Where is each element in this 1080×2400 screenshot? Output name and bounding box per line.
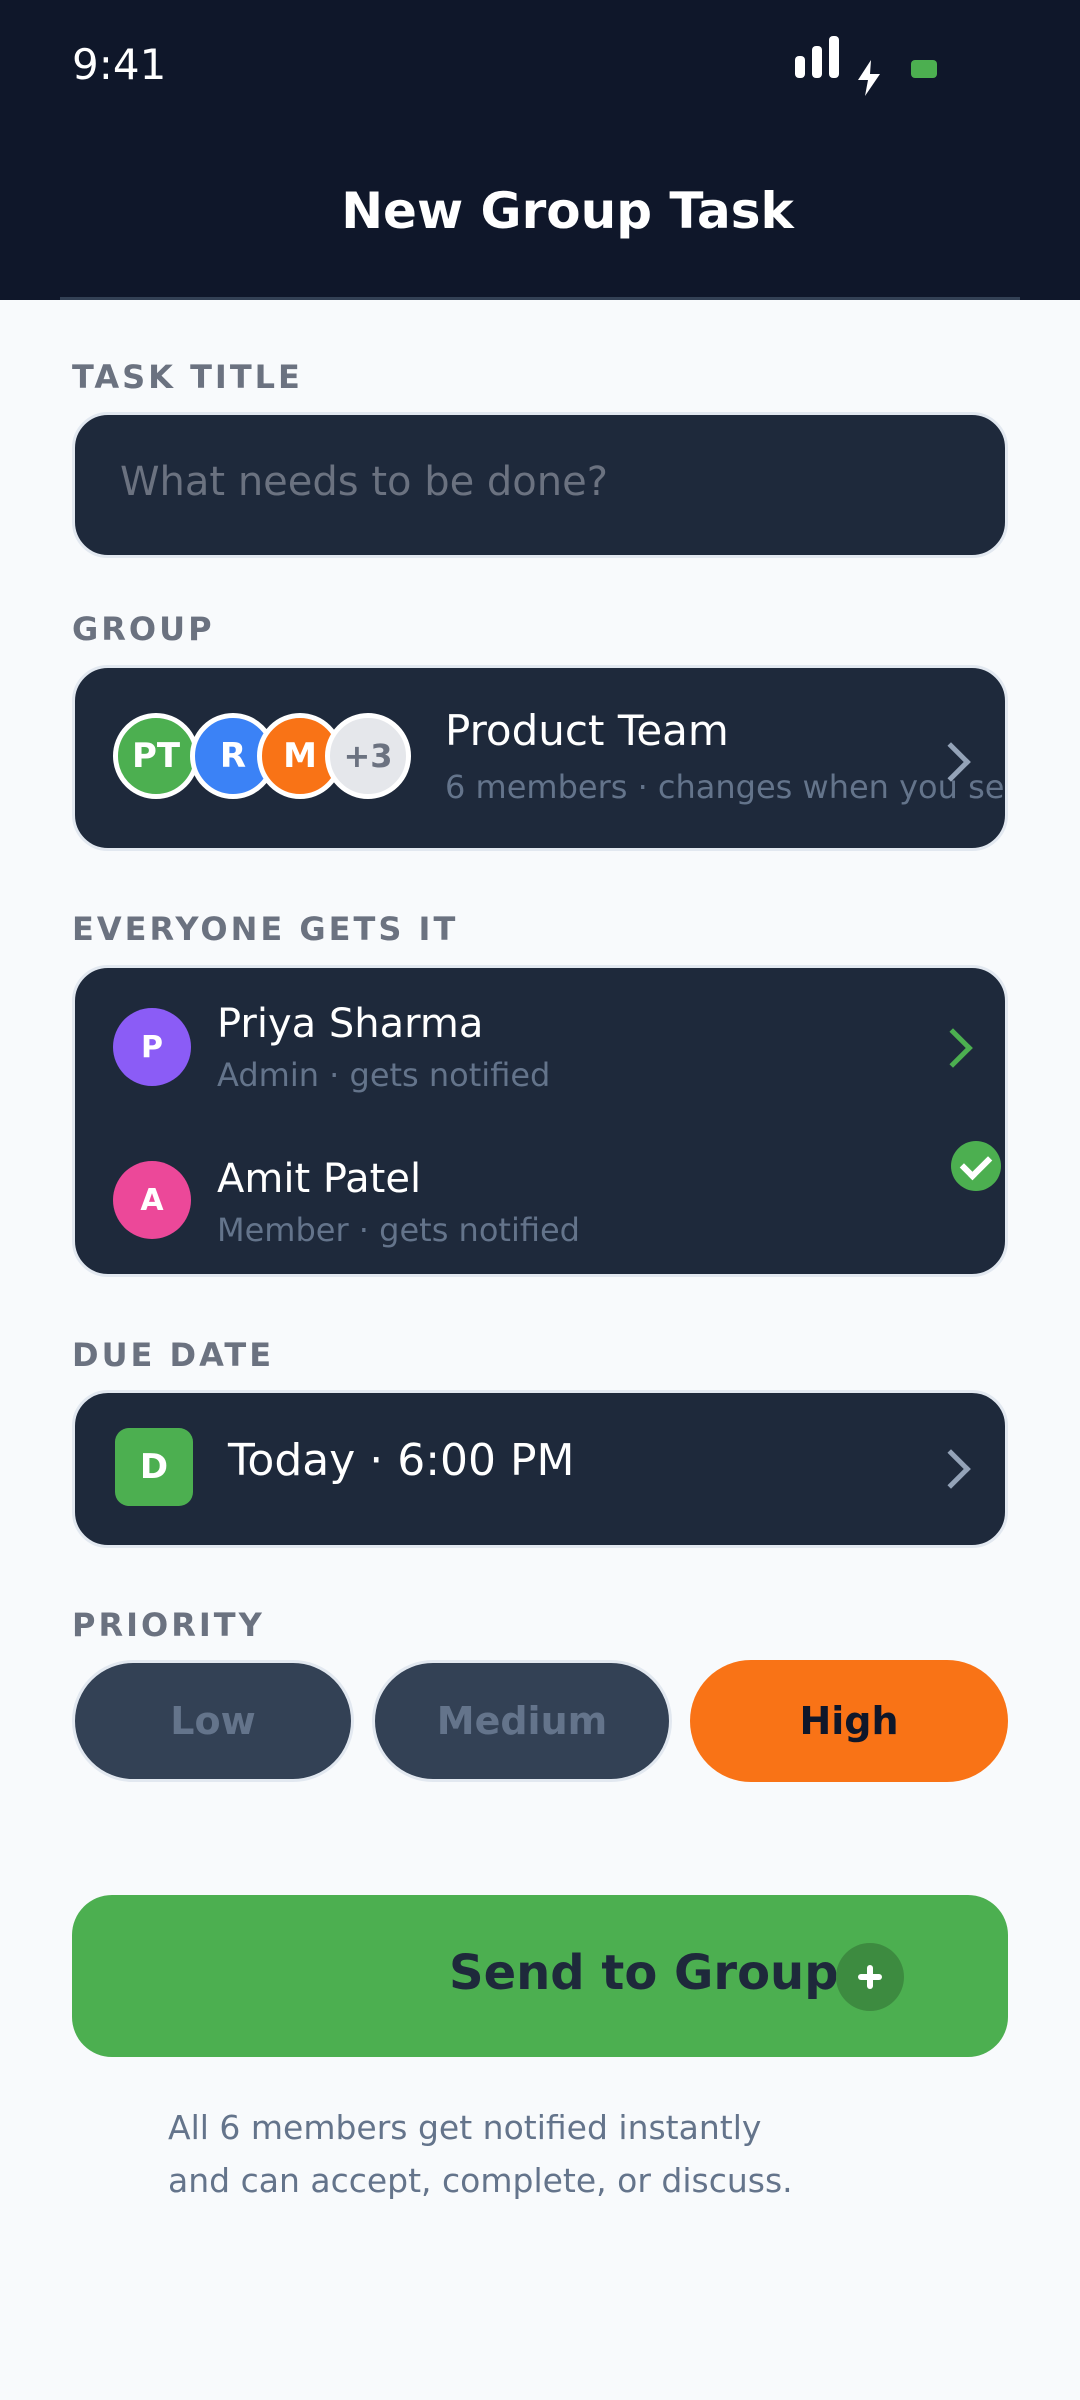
- footnote-line-1: All 6 members get notified instantly: [168, 2108, 762, 2147]
- page-title: New Group Task: [341, 182, 794, 240]
- recipients-label: EVERYONE GETS IT: [72, 910, 459, 948]
- group-selector[interactable]: PT R M +3 Product Team 6 members · chang…: [72, 665, 1008, 851]
- plus-icon: [836, 1943, 904, 2011]
- charging-icon: [858, 60, 880, 96]
- more-members-badge: +3: [325, 713, 411, 799]
- priority-high-button[interactable]: High: [690, 1660, 1008, 1782]
- check-icon: [951, 1141, 1001, 1191]
- due-date-value: Today · 6:00 PM: [228, 1435, 575, 1486]
- avatar: P: [113, 1008, 191, 1086]
- recipients-card: P Priya Sharma Admin · gets notified A A…: [72, 965, 1008, 1277]
- task-title-label: TASK TITLE: [72, 358, 303, 396]
- priority-label: PRIORITY: [72, 1606, 265, 1644]
- member-role: Admin · gets notified: [217, 1056, 551, 1094]
- priority-low-button[interactable]: Low: [72, 1660, 354, 1782]
- group-subtitle: 6 members · changes when you send: [445, 768, 1008, 806]
- status-time: 9:41: [72, 40, 167, 89]
- chevron-right-icon: [933, 1028, 973, 1068]
- member-name: Priya Sharma: [217, 1001, 484, 1047]
- send-button-label: Send to Group: [449, 1945, 839, 2001]
- group-name: Product Team: [445, 706, 729, 755]
- status-icons: [795, 36, 955, 100]
- member-role: Member · gets notified: [217, 1211, 580, 1249]
- battery-icon: [911, 60, 937, 78]
- calendar-icon: D: [115, 1428, 193, 1506]
- footnote-line-2: and can accept, complete, or discuss.: [168, 2161, 793, 2200]
- task-title-placeholder: What needs to be done?: [120, 459, 608, 505]
- due-date-selector[interactable]: D Today · 6:00 PM: [72, 1390, 1008, 1548]
- chevron-right-icon: [931, 1449, 971, 1489]
- group-avatar-pt: PT: [113, 713, 199, 799]
- due-date-label: DUE DATE: [72, 1336, 275, 1374]
- priority-medium-button[interactable]: Medium: [372, 1660, 672, 1782]
- member-name: Amit Patel: [217, 1156, 422, 1202]
- avatar: A: [113, 1161, 191, 1239]
- task-title-input[interactable]: What needs to be done?: [72, 412, 1008, 558]
- group-label: GROUP: [72, 610, 215, 648]
- header-divider: [60, 297, 1020, 300]
- app-header: 9:41 New Group Task: [0, 0, 1080, 300]
- send-to-group-button[interactable]: Send to Group: [72, 1895, 1008, 2057]
